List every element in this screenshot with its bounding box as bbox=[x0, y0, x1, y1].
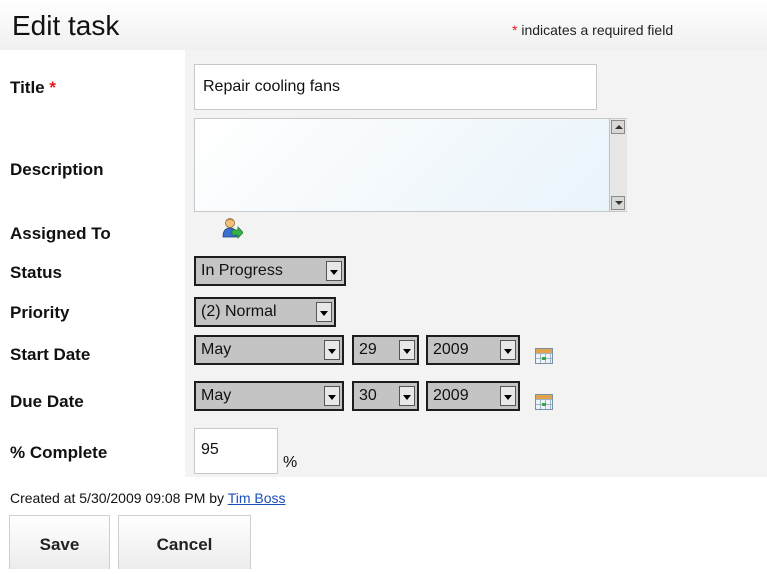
status-select-value: In Progress bbox=[201, 262, 283, 279]
required-star: * bbox=[512, 22, 518, 38]
title-label: Title * bbox=[10, 78, 56, 98]
chevron-down-icon[interactable] bbox=[324, 340, 340, 360]
created-text: Created at 5/30/2009 09:08 PM by bbox=[10, 490, 225, 506]
due-year-value: 2009 bbox=[433, 387, 469, 404]
description-textarea[interactable] bbox=[194, 118, 627, 212]
start-year-select[interactable]: 2009 bbox=[426, 335, 520, 365]
due-day-select[interactable]: 30 bbox=[352, 381, 419, 411]
created-by-link[interactable]: Tim Boss bbox=[228, 490, 286, 506]
percent-unit: % bbox=[283, 454, 298, 471]
due-date-label: Due Date bbox=[10, 392, 84, 411]
due-year-select[interactable]: 2009 bbox=[426, 381, 520, 411]
percent-complete-input[interactable]: 95 bbox=[194, 428, 278, 474]
description-scrollbar[interactable] bbox=[609, 119, 627, 211]
title-required-star: * bbox=[49, 78, 56, 97]
chevron-down-icon[interactable] bbox=[399, 386, 415, 406]
chevron-down-icon[interactable] bbox=[500, 386, 516, 406]
chevron-down-icon[interactable] bbox=[316, 302, 332, 322]
due-month-select[interactable]: May bbox=[194, 381, 344, 411]
due-month-value: May bbox=[201, 387, 232, 404]
page-title: Edit task bbox=[12, 10, 120, 41]
status-label: Status bbox=[10, 263, 62, 282]
calendar-icon[interactable] bbox=[535, 394, 553, 410]
chevron-down-icon[interactable] bbox=[500, 340, 516, 360]
priority-label: Priority bbox=[10, 303, 70, 322]
start-day-select[interactable]: 29 bbox=[352, 335, 419, 365]
start-month-value: May bbox=[201, 341, 232, 358]
start-date-label: Start Date bbox=[10, 345, 91, 364]
start-month-select[interactable]: May bbox=[194, 335, 344, 365]
required-field-note: * indicates a required field bbox=[512, 22, 673, 38]
required-note-text: indicates a required field bbox=[521, 22, 674, 38]
chevron-down-icon[interactable] bbox=[399, 340, 415, 360]
created-info: Created at 5/30/2009 09:08 PM by Tim Bos… bbox=[10, 490, 286, 506]
assigned-to-label: Assigned To bbox=[10, 224, 111, 243]
status-select[interactable]: In Progress bbox=[194, 256, 346, 286]
chevron-down-icon[interactable] bbox=[324, 386, 340, 406]
title-label-text: Title bbox=[10, 78, 45, 97]
assign-user-icon[interactable] bbox=[221, 217, 244, 241]
calendar-icon[interactable] bbox=[535, 348, 553, 364]
start-year-value: 2009 bbox=[433, 341, 469, 358]
save-button[interactable]: Save bbox=[9, 515, 110, 569]
scroll-down-button[interactable] bbox=[611, 196, 625, 210]
due-day-value: 30 bbox=[359, 387, 377, 404]
title-input[interactable]: Repair cooling fans bbox=[194, 64, 597, 110]
start-day-value: 29 bbox=[359, 341, 377, 358]
cancel-button[interactable]: Cancel bbox=[118, 515, 251, 569]
chevron-down-icon[interactable] bbox=[326, 261, 342, 281]
percent-complete-label: % Complete bbox=[10, 443, 108, 462]
priority-select-value: (2) Normal bbox=[201, 303, 277, 320]
priority-select[interactable]: (2) Normal bbox=[194, 297, 336, 327]
scroll-up-button[interactable] bbox=[611, 120, 625, 134]
description-label: Description bbox=[10, 160, 104, 179]
